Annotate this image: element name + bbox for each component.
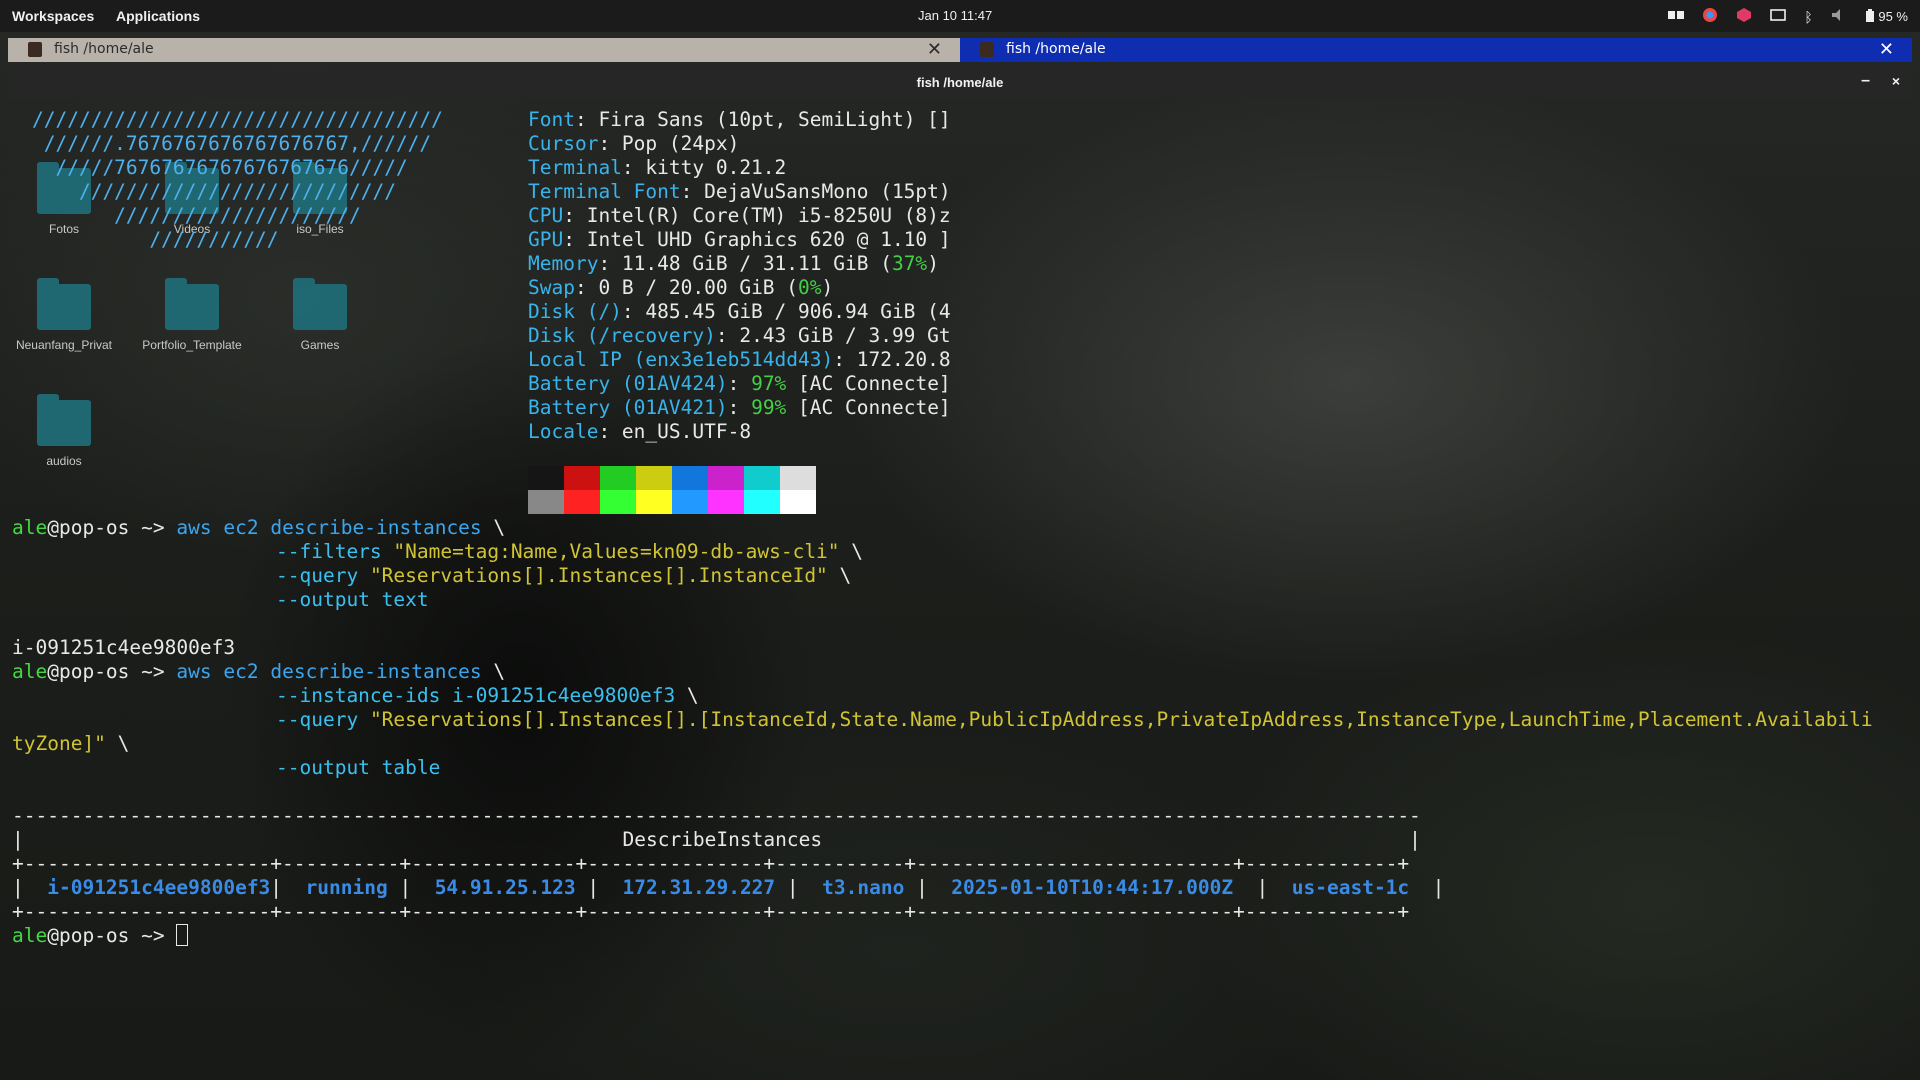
- color-swatch: [708, 466, 744, 490]
- sysinfo-swap: Swap: 0 B / 20.00 GiB (0%): [528, 276, 834, 299]
- command-continuation: --output table: [276, 756, 441, 779]
- table-border: +---------------------+----------+------…: [12, 900, 1410, 923]
- command-output: i-091251c4ee9800ef3: [12, 636, 236, 659]
- command-continuation: --query "Reservations[].Instances[].[Ins…: [276, 708, 1873, 731]
- sysinfo-gpu: GPU: Intel UHD Graphics 620 @ 1.10 ]: [528, 228, 951, 251]
- color-swatch: [708, 490, 744, 514]
- workspaces-button[interactable]: Workspaces: [12, 8, 94, 24]
- chrome-icon[interactable]: [1702, 7, 1718, 26]
- prompt-line: ale@pop-os ~>: [12, 924, 189, 948]
- window-switcher-icon[interactable]: [1668, 9, 1685, 24]
- tab-label: fish /home/ale: [1006, 41, 1106, 57]
- terminal-tab-bar: fish /home/ale ✕ fish /home/ale ✕: [8, 38, 1912, 64]
- color-palette: [528, 466, 816, 514]
- sysinfo-font: Font: Fira Sans (10pt, SemiLight) []: [528, 108, 951, 131]
- color-swatch: [600, 466, 636, 490]
- ascii-logo-line: ///////////////////////////: [32, 180, 396, 203]
- color-swatch: [672, 490, 708, 514]
- volume-icon[interactable]: [1831, 8, 1847, 25]
- ascii-logo-line: /////76767676767676767676/////: [32, 156, 408, 179]
- color-swatch: [564, 490, 600, 514]
- sysinfo-disk-recovery: Disk (/recovery): 2.43 GiB / 3.99 Gt: [528, 324, 951, 347]
- ascii-logo-line: //////.7676767676767676767,//////: [32, 132, 432, 155]
- sysinfo-terminal: Terminal: kitty 0.21.2: [528, 156, 787, 179]
- prompt-line: ale@pop-os ~> aws ec2 describe-instances…: [12, 516, 506, 539]
- sysinfo-locale: Locale: en_US.UTF-8: [528, 420, 752, 443]
- prompt-line: ale@pop-os ~> aws ec2 describe-instances…: [12, 660, 506, 683]
- color-swatch: [600, 490, 636, 514]
- bluetooth-icon[interactable]: ᛒ: [1804, 9, 1812, 25]
- ascii-logo-line: /////////////////////: [32, 204, 361, 227]
- app-tray-icon[interactable]: [1736, 7, 1752, 26]
- color-swatch: [780, 466, 816, 490]
- fish-terminal-icon: [28, 42, 42, 57]
- command-continuation: --filters "Name=tag:Name,Values=kn09-db-…: [276, 540, 864, 563]
- color-swatch: [564, 466, 600, 490]
- ascii-logo-line: ///////////////////////////////////: [32, 108, 443, 131]
- color-swatch: [528, 466, 564, 490]
- sysinfo-memory: Memory: 11.48 GiB / 31.11 GiB (37%): [528, 252, 939, 275]
- color-swatch: [744, 490, 780, 514]
- fish-terminal-icon: [980, 42, 994, 57]
- sysinfo-disk-root: Disk (/): 485.45 GiB / 906.94 GiB (4: [528, 300, 951, 323]
- window-title: fish /home/ale: [916, 75, 1004, 90]
- color-swatch: [672, 466, 708, 490]
- applications-button[interactable]: Applications: [116, 8, 200, 24]
- window-titlebar[interactable]: fish /home/ale – ×: [8, 68, 1912, 98]
- command-continuation: --output text: [276, 588, 429, 611]
- command-continuation: --query "Reservations[].Instances[].Inst…: [276, 564, 852, 587]
- color-swatch: [744, 466, 780, 490]
- battery-percent: 95 %: [1878, 9, 1908, 24]
- ascii-logo-line: ///////////: [32, 228, 279, 251]
- sysinfo-battery-2: Battery (01AV421): 99% [AC Connecte]: [528, 396, 951, 419]
- sysinfo-cpu: CPU: Intel(R) Core(TM) i5-8250U (8)z: [528, 204, 951, 227]
- tab-2[interactable]: fish /home/ale ✕: [960, 38, 1912, 62]
- notification-icon[interactable]: [1770, 8, 1787, 25]
- table-row: | i-091251c4ee9800ef3| running | 54.91.2…: [12, 876, 1445, 899]
- table-title-row: | DescribeInstances |: [12, 828, 1421, 851]
- close-tab-icon[interactable]: ✕: [927, 39, 942, 60]
- command-continuation: --instance-ids i-091251c4ee9800ef3 \: [276, 684, 699, 707]
- close-window-button[interactable]: ×: [1892, 73, 1900, 89]
- close-tab-icon[interactable]: ✕: [1879, 39, 1894, 60]
- color-swatch: [636, 490, 672, 514]
- table-title: DescribeInstances: [622, 828, 823, 851]
- sysinfo-cursor: Cursor: Pop (24px): [528, 132, 740, 155]
- color-swatch: [528, 490, 564, 514]
- tab-1[interactable]: fish /home/ale ✕: [8, 38, 960, 62]
- sysinfo-terminal-font: Terminal Font: DejaVuSansMono (15pt): [528, 180, 951, 203]
- tab-label: fish /home/ale: [54, 41, 154, 57]
- color-swatch: [636, 466, 672, 490]
- battery-indicator[interactable]: 95 %: [1865, 9, 1908, 24]
- color-swatch: [780, 490, 816, 514]
- system-tray: ᛒ 95 %: [1668, 7, 1908, 26]
- minimize-button[interactable]: –: [1861, 72, 1870, 90]
- command-continuation: tyZone]" \: [12, 732, 130, 755]
- terminal-content[interactable]: /////////////////////////////////// ////…: [12, 104, 1912, 1064]
- clock[interactable]: Jan 10 11:47: [918, 8, 992, 23]
- top-panel: Workspaces Applications Jan 10 11:47 ᛒ 9…: [0, 0, 1920, 32]
- sysinfo-local-ip: Local IP (enx3e1eb514dd43): 172.20.8: [528, 348, 951, 371]
- sysinfo-battery-1: Battery (01AV424): 97% [AC Connecte]: [528, 372, 951, 395]
- table-border: +---------------------+----------+------…: [12, 852, 1410, 875]
- text-cursor: [176, 924, 189, 946]
- table-border: ----------------------------------------…: [12, 804, 1421, 827]
